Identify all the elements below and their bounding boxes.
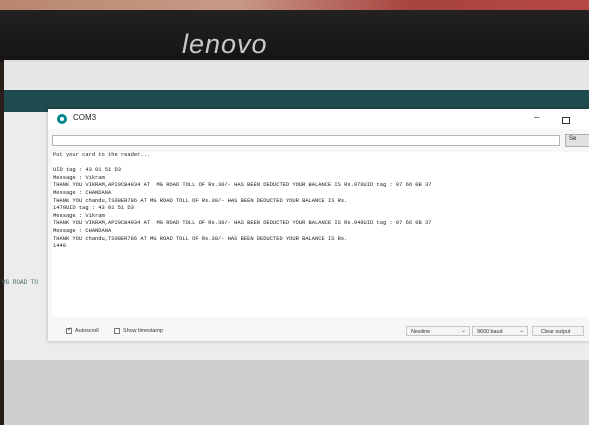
- chevron-down-icon: ⌄: [460, 328, 466, 334]
- send-button[interactable]: Se: [565, 134, 589, 147]
- line-ending-value: Newline: [411, 329, 431, 335]
- output-line: THANK YOU VIKRAM,AP29CB4934 AT MG ROAD T…: [53, 220, 432, 227]
- clear-output-button[interactable]: Clear output: [532, 326, 584, 336]
- output-line: 1470UID tag : 43 01 51 D3: [53, 205, 134, 212]
- baud-rate-value: 9600 baud: [477, 329, 503, 335]
- show-timestamp-label: Show timestamp: [123, 328, 163, 334]
- line-ending-select[interactable]: Newline ⌄: [406, 326, 470, 336]
- ide-menu-area: [4, 62, 589, 90]
- output-line: Message : Vikram: [53, 212, 105, 219]
- output-line: 1440: [53, 243, 66, 250]
- output-line: THANK YOU chandu,TS08ER786 AT MG ROAD TO…: [53, 235, 348, 242]
- maximize-button[interactable]: [562, 117, 570, 124]
- autoscroll-checkbox[interactable]: [66, 326, 72, 334]
- serial-monitor-window: COM3 – Se Put your card to the reader...…: [48, 109, 589, 341]
- baud-rate-select[interactable]: 9600 baud ⌄: [472, 326, 528, 336]
- output-line: Message : Vikram: [53, 174, 105, 181]
- ide-editor-text: MG ROAD TO: [2, 279, 39, 286]
- output-line: THANK YOU chandu,TS08ER786 AT MG ROAD TO…: [53, 197, 348, 204]
- output-line: Message : CHANDANA: [53, 189, 112, 196]
- window-titlebar: COM3 –: [48, 109, 589, 129]
- show-timestamp-checkbox[interactable]: [114, 328, 120, 334]
- serial-output[interactable]: Put your card to the reader... UID tag :…: [52, 152, 589, 317]
- serial-send-input[interactable]: [52, 135, 560, 146]
- monitor-brand-logo: lenovo: [182, 29, 268, 59]
- arduino-icon: [57, 114, 67, 124]
- status-bar: Autoscroll Show timestamp Newline ⌄ 9600…: [48, 321, 589, 341]
- output-line: Message : CHANDANA: [53, 227, 112, 234]
- minimize-button[interactable]: –: [534, 112, 540, 123]
- window-title: COM3: [73, 113, 97, 122]
- send-row: Se: [48, 131, 589, 151]
- monitor-bezel: lenovo: [0, 10, 589, 62]
- output-line: UID tag : 43 01 51 D3: [53, 167, 121, 174]
- ide-console-area: [4, 360, 589, 425]
- chevron-down-icon: ⌄: [518, 328, 524, 334]
- output-line: THANK YOU VIKRAM,AP29CB4934 AT MG ROAD T…: [53, 182, 432, 189]
- output-line: Put your card to the reader...: [53, 152, 151, 158]
- autoscroll-label: Autoscroll: [75, 328, 99, 334]
